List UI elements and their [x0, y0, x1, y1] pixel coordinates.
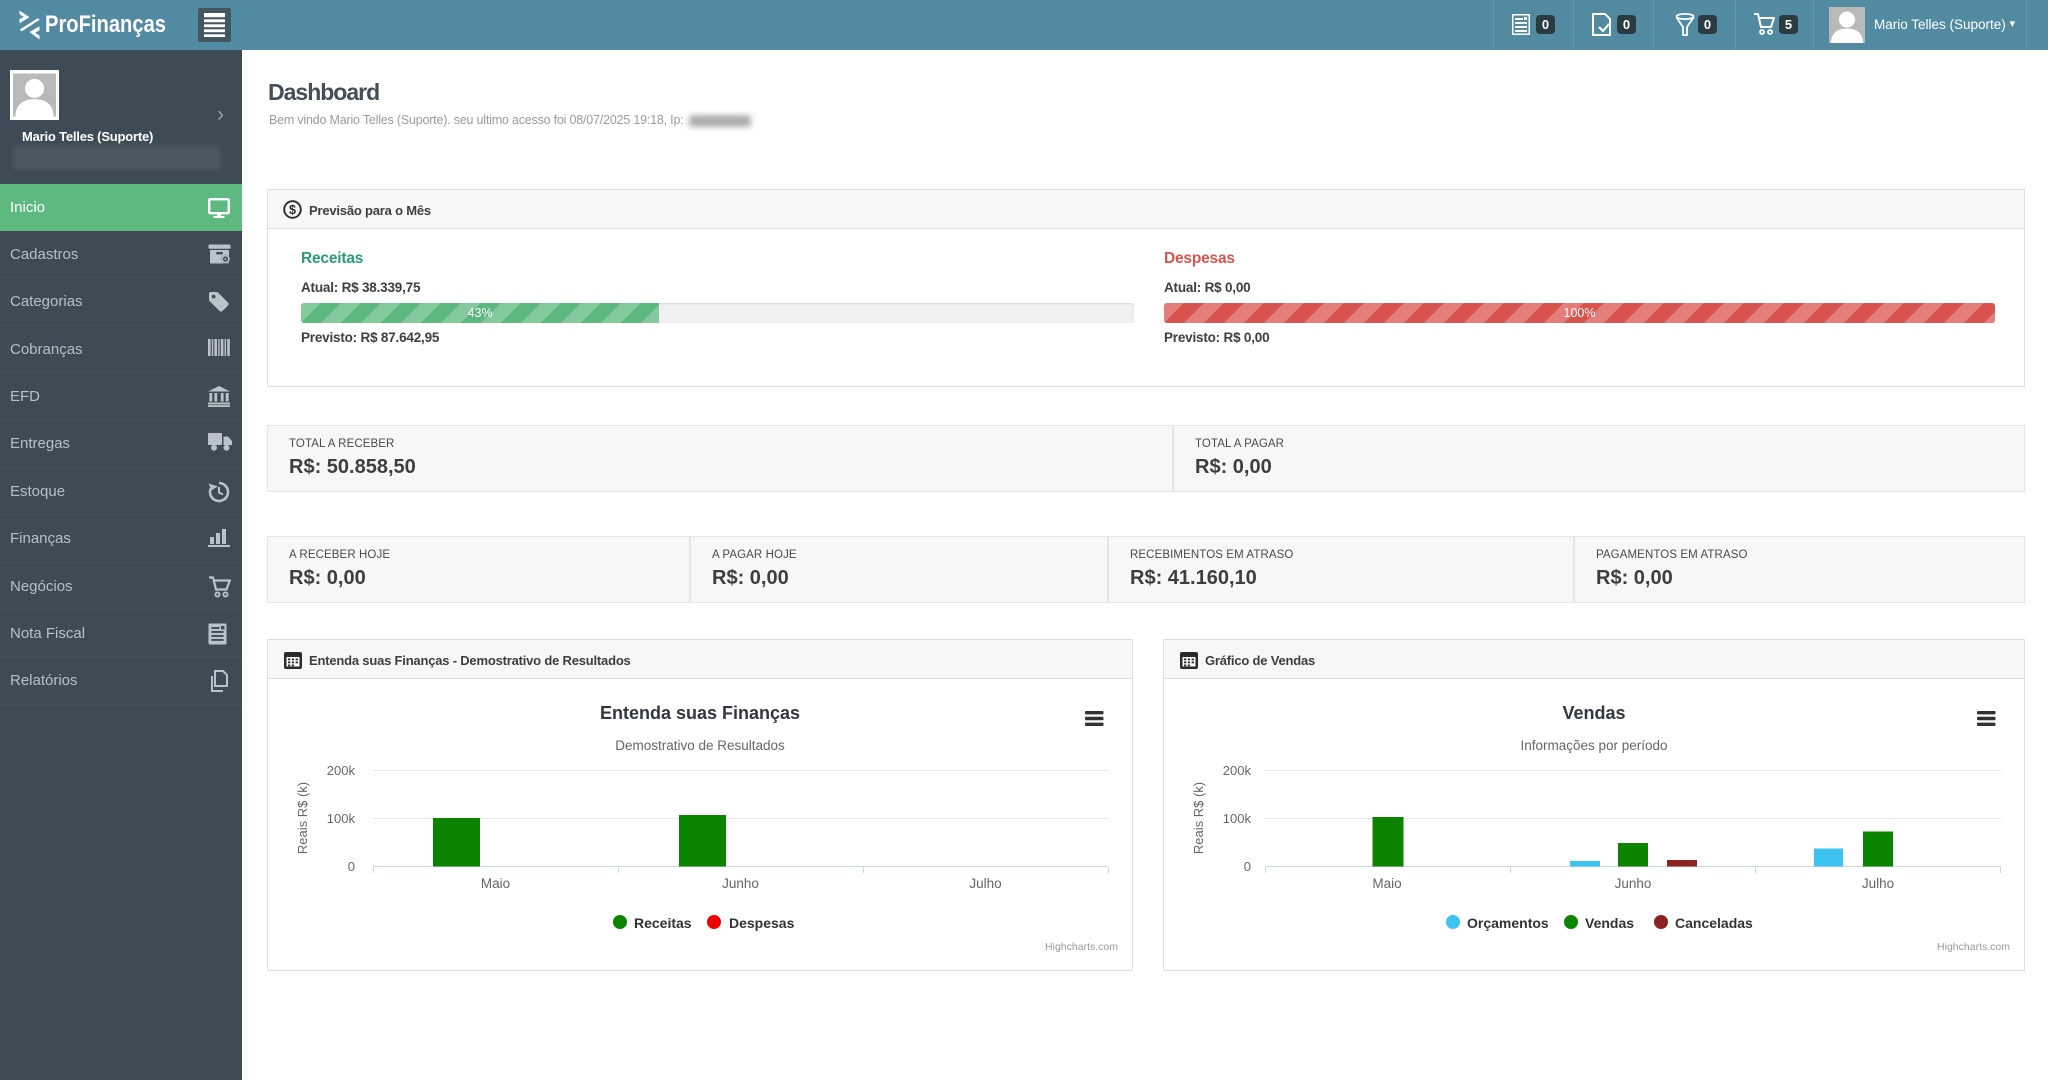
- svg-text:200k: 200k: [1223, 763, 1252, 778]
- svg-text:Vendas: Vendas: [1585, 915, 1634, 931]
- svg-text:Reais R$ (k): Reais R$ (k): [1191, 782, 1206, 854]
- svg-text:Junho: Junho: [722, 876, 759, 891]
- svg-text:Maio: Maio: [481, 876, 510, 891]
- svg-text:Highcharts.com: Highcharts.com: [1045, 941, 1118, 953]
- svg-text:$: $: [289, 203, 296, 217]
- svg-text:Julho: Julho: [969, 876, 1001, 891]
- svg-text:100k: 100k: [327, 811, 356, 826]
- svg-text:0: 0: [1244, 859, 1251, 874]
- svg-text:Orçamentos: Orçamentos: [1467, 915, 1549, 931]
- svg-text:0: 0: [348, 859, 355, 874]
- svg-text:Junho: Junho: [1615, 876, 1652, 891]
- svg-text:200k: 200k: [327, 763, 356, 778]
- svg-text:Reais R$ (k): Reais R$ (k): [295, 782, 310, 854]
- svg-text:100k: 100k: [1223, 811, 1252, 826]
- svg-text:Canceladas: Canceladas: [1675, 915, 1753, 931]
- svg-text:Informações por período: Informações por período: [1520, 738, 1667, 753]
- svg-text:Vendas: Vendas: [1562, 703, 1625, 723]
- svg-text:Receitas: Receitas: [634, 915, 692, 931]
- svg-text:Entenda suas Finanças: Entenda suas Finanças: [600, 703, 800, 723]
- svg-text:Maio: Maio: [1372, 876, 1401, 891]
- svg-text:Julho: Julho: [1862, 876, 1894, 891]
- svg-text:Demostrativo de Resultados: Demostrativo de Resultados: [615, 738, 785, 753]
- svg-text:Highcharts.com: Highcharts.com: [1937, 941, 2010, 953]
- svg-text:Despesas: Despesas: [729, 915, 795, 931]
